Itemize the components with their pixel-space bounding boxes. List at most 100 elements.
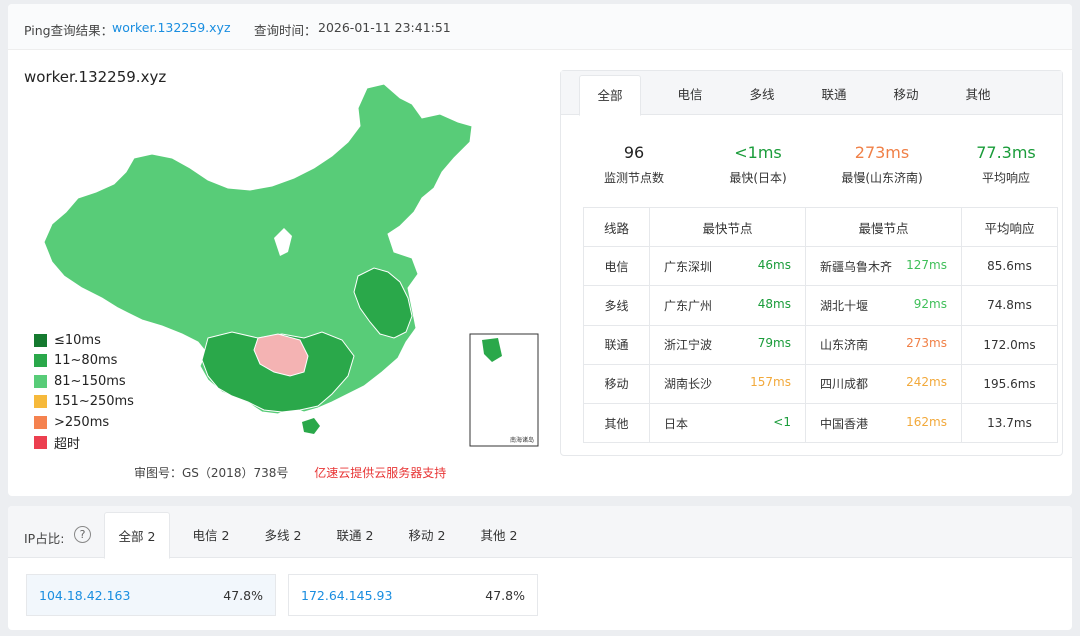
ping-result-card: Ping查询结果： worker.132259.xyz 查询时间： 2026-0… <box>8 4 1072 496</box>
fast-node: 广东深圳 <box>664 259 713 274</box>
summary-label: 监测节点数 <box>603 171 664 185</box>
cell-fastest: 湖南长沙 157ms <box>649 363 806 404</box>
summary-slowest: 273ms 最慢(山东济南) <box>827 143 937 186</box>
summary-value: 77.3ms <box>976 143 1036 162</box>
legend-swatch <box>34 415 47 429</box>
ip-percent: 47.8% <box>485 587 525 603</box>
fast-ms: 157ms <box>750 375 791 390</box>
legend-item: >250ms <box>34 412 134 433</box>
inset-label: 南海诸岛 <box>510 436 534 444</box>
table-row: 联通 浙江宁波 79ms 山东济南 273ms 172.0ms <box>583 324 1058 365</box>
slow-ms: 127ms <box>906 257 947 272</box>
ip-entry[interactable]: 172.64.145.93 47.8% <box>288 574 538 616</box>
map-region-hainan[interactable] <box>302 418 320 434</box>
support-link[interactable]: 亿速云提供云服务器支持 <box>314 466 446 480</box>
legend-label: 151~250ms <box>54 394 134 410</box>
slow-ms: 162ms <box>906 414 947 429</box>
ip-tab-all[interactable]: 全部 2 <box>104 512 170 559</box>
map-legend: ≤10ms 11~80ms 81~150ms 151~250ms >250ms 超时 <box>34 330 134 453</box>
cell-fastest: 广东深圳 46ms <box>649 246 806 287</box>
ip-tab-other[interactable]: 其他 2 <box>464 506 534 558</box>
help-icon[interactable]: ? <box>74 526 91 543</box>
legend-item: 超时 <box>34 433 134 454</box>
legend-swatch <box>34 395 47 409</box>
th-average: 平均响应 <box>961 206 1058 248</box>
ping-result-label: Ping查询结果： <box>24 23 114 38</box>
legend-label: 11~80ms <box>54 353 118 369</box>
legend-label: >250ms <box>54 414 110 430</box>
ip-address[interactable]: 104.18.42.163 <box>39 588 130 603</box>
slow-ms: 273ms <box>906 336 947 351</box>
tab-other[interactable]: 其他 <box>943 71 1013 115</box>
legend-item: 151~250ms <box>34 392 134 413</box>
legend-label: ≤10ms <box>54 332 101 348</box>
table-row: 多线 广东广州 48ms 湖北十堰 92ms 74.8ms <box>583 285 1058 326</box>
cell-fastest: 浙江宁波 79ms <box>649 324 806 365</box>
legend-label: 81~150ms <box>54 373 126 389</box>
ip-tab-unicom[interactable]: 联通 2 <box>320 506 390 558</box>
slow-node: 中国香港 <box>820 416 869 431</box>
legend-item: 81~150ms <box>34 371 134 392</box>
legend-item: ≤10ms <box>34 330 134 351</box>
domain-link[interactable]: worker.132259.xyz <box>112 20 231 35</box>
cell-slowest: 新疆乌鲁木齐 127ms <box>805 246 962 287</box>
route-table: 线路 最快节点 最慢节点 平均响应 电信 广东深圳 46ms 新疆乌鲁木齐 127ms 8… <box>583 206 1058 444</box>
ping-header: Ping查询结果： worker.132259.xyz 查询时间： 2026-0… <box>8 4 1072 50</box>
tab-telecom[interactable]: 电信 <box>655 71 725 115</box>
cell-route: 移动 <box>583 363 650 404</box>
fast-ms: <1 <box>773 414 791 429</box>
legend-swatch <box>34 333 47 347</box>
table-row: 电信 广东深圳 46ms 新疆乌鲁木齐 127ms 85.6ms <box>583 246 1058 287</box>
fast-node: 日本 <box>664 416 689 431</box>
ip-percent: 47.8% <box>223 587 263 603</box>
cell-slowest: 山东济南 273ms <box>805 324 962 365</box>
summary-average: 77.3ms 平均响应 <box>951 143 1061 186</box>
cell-route: 其他 <box>583 402 650 444</box>
legend-label: 超时 <box>54 437 81 453</box>
fast-node: 湖南长沙 <box>664 377 713 392</box>
ip-share-card: IP占比: ? 全部 2 电信 2 多线 2 联通 2 移动 2 其他 2 10… <box>8 506 1072 630</box>
table-row: 其他 日本 <1 中国香港 162ms 13.7ms <box>583 402 1058 444</box>
fast-ms: 79ms <box>757 336 791 351</box>
slow-ms: 92ms <box>913 296 947 311</box>
tab-unicom[interactable]: 联通 <box>799 71 869 115</box>
cell-slowest: 中国香港 162ms <box>805 402 962 444</box>
tab-all[interactable]: 全部 <box>579 75 641 116</box>
fast-ms: 46ms <box>757 257 791 272</box>
summary-label: 最快(日本) <box>729 171 787 185</box>
fast-node: 浙江宁波 <box>664 338 713 353</box>
tab-multiline[interactable]: 多线 <box>727 71 797 115</box>
map-footer: 审图号：GS（2018）738号 亿速云提供云服务器支持 <box>134 464 446 481</box>
ip-tab-multiline[interactable]: 多线 2 <box>248 506 318 558</box>
table-row: 移动 湖南长沙 157ms 四川成都 242ms 195.6ms <box>583 363 1058 404</box>
isp-tabs: 全部 电信 多线 联通 移动 其他 <box>561 71 1062 116</box>
south-sea-inset <box>469 333 539 447</box>
cell-route: 联通 <box>583 324 650 365</box>
stats-panel: 全部 电信 多线 联通 移动 其他 96 监测节点数 <1ms 最快(日本) 2… <box>560 70 1063 456</box>
ip-share-label: IP占比: <box>24 531 65 546</box>
cell-average: 74.8ms <box>961 285 1058 326</box>
legend-swatch <box>34 374 47 388</box>
summary-label: 最慢(山东济南) <box>841 171 923 185</box>
ip-tabs-bar: IP占比: ? 全部 2 电信 2 多线 2 联通 2 移动 2 其他 2 <box>8 506 1072 559</box>
cell-average: 172.0ms <box>961 324 1058 365</box>
legend-item: 11~80ms <box>34 351 134 372</box>
summary-value: 273ms <box>854 143 910 162</box>
fast-node: 广东广州 <box>664 298 713 313</box>
th-route: 线路 <box>583 206 650 248</box>
ip-entry[interactable]: 104.18.42.163 47.8% <box>26 574 276 616</box>
cell-average: 85.6ms <box>961 246 1058 287</box>
query-time-value: 2026-01-11 23:41:51 <box>318 20 451 35</box>
cell-slowest: 四川成都 242ms <box>805 363 962 404</box>
slow-node: 新疆乌鲁木齐 <box>820 259 893 274</box>
ip-address[interactable]: 172.64.145.93 <box>301 588 392 603</box>
slow-node: 湖北十堰 <box>820 298 869 313</box>
slow-node: 四川成都 <box>820 377 869 392</box>
cell-slowest: 湖北十堰 92ms <box>805 285 962 326</box>
cell-fastest: 日本 <1 <box>649 402 806 444</box>
th-slowest: 最慢节点 <box>805 206 962 248</box>
ip-tab-telecom[interactable]: 电信 2 <box>176 506 246 558</box>
slow-node: 山东济南 <box>820 338 869 353</box>
ip-tab-mobile[interactable]: 移动 2 <box>392 506 462 558</box>
tab-mobile[interactable]: 移动 <box>871 71 941 115</box>
